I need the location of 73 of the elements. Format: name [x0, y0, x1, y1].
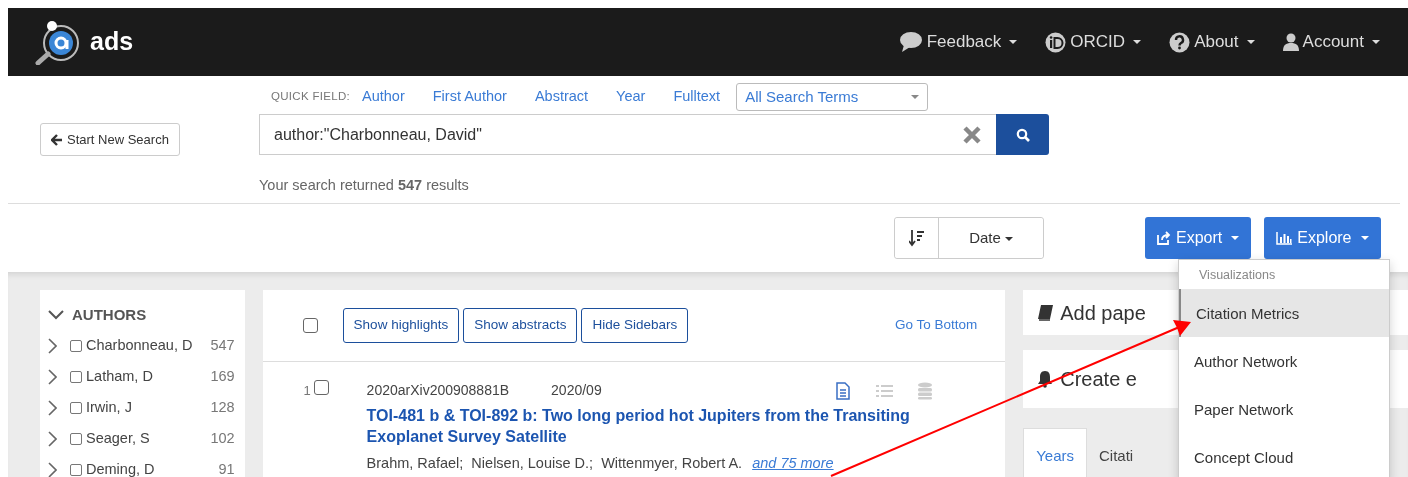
go-to-bottom-link[interactable]: Go To Bottom	[894, 315, 978, 336]
about-menu[interactable]: About	[1169, 29, 1255, 55]
toggle-button[interactable]: Hide Sidebars	[581, 308, 689, 343]
more-authors-link[interactable]: and 75 more	[752, 455, 834, 471]
facet-label[interactable]: Latham, D	[86, 366, 153, 388]
checkbox[interactable]	[313, 380, 329, 395]
result-summary: Your search returned 547 results	[259, 176, 470, 195]
facet-label[interactable]: Seager, S	[86, 428, 150, 450]
chevron-right-icon[interactable]	[48, 338, 57, 354]
facet-count: 547	[210, 336, 235, 356]
facet-label[interactable]: Irwin, J	[86, 397, 132, 419]
arrow-left-icon	[51, 134, 63, 147]
document-icon[interactable]	[834, 381, 852, 400]
search-terms-select[interactable]: All Search Terms	[736, 83, 929, 111]
chevron-right-icon[interactable]	[48, 400, 57, 416]
orcid-menu[interactable]: ORCID	[1045, 29, 1142, 55]
menu-header: Visualizations	[1198, 267, 1277, 284]
facet-toggle[interactable]	[48, 310, 64, 321]
card-title: Add pape	[1060, 300, 1146, 326]
quick-field-link[interactable]: Fulltext	[673, 86, 721, 108]
author-list: Brahm, Rafael; Nielsen, Louise D.; Wittenmyer, Robert A.	[366, 455, 743, 471]
menu-item[interactable]: Concept Cloud	[1179, 432, 1389, 477]
search-icon	[1015, 127, 1030, 142]
speech-bubble-icon	[898, 31, 923, 53]
user-icon	[1282, 33, 1299, 51]
checkbox[interactable]	[70, 340, 82, 352]
export-button[interactable]: Export	[1145, 217, 1252, 259]
chart-tab[interactable]: Citati	[1087, 428, 1146, 477]
quick-field-link[interactable]: Year	[616, 86, 646, 108]
bibcode: 2020arXiv200908881B	[366, 381, 510, 400]
explore-button[interactable]: Explore	[1264, 217, 1381, 259]
menu-item[interactable]: Author Network	[1179, 336, 1389, 385]
book-icon	[1037, 303, 1055, 322]
checkbox[interactable]	[70, 433, 82, 445]
facet-count: 102	[210, 429, 235, 449]
toggle-button[interactable]: Show abstracts	[463, 308, 578, 343]
quick-field-label: QUICK FIELD:	[271, 89, 350, 105]
facet-count: 128	[210, 398, 235, 418]
chevron-right-icon[interactable]	[48, 369, 57, 385]
checkbox[interactable]	[70, 464, 82, 476]
result-title-link[interactable]: TOI-481 b & TOI-892 b: Two long period hot Jupiters from the Transiting Exoplanet Survey Satellite	[366, 405, 967, 447]
result-number: 1	[302, 382, 311, 400]
search-button[interactable]	[996, 114, 1049, 155]
account-menu[interactable]: Account	[1282, 29, 1380, 55]
help-icon	[1169, 31, 1191, 53]
quick-field-link[interactable]: Abstract	[534, 86, 589, 108]
clear-icon[interactable]	[962, 124, 982, 145]
facet-count: 169	[210, 367, 235, 387]
search-field[interactable]: author:"Charbonneau, David"	[259, 114, 996, 155]
facet-label[interactable]: Deming, D	[86, 459, 155, 477]
checkbox[interactable]	[70, 402, 82, 414]
start-new-search-button[interactable]: Start New Search	[40, 122, 180, 157]
quick-field-link[interactable]: Author	[362, 86, 405, 108]
quick-field-link[interactable]: First Author	[432, 86, 507, 108]
feedback-menu[interactable]: Feedback	[898, 29, 1018, 55]
brand-name[interactable]: ads	[90, 23, 134, 61]
card-title: Create e	[1060, 366, 1137, 392]
bell-icon	[1037, 369, 1055, 388]
share-icon	[1157, 231, 1171, 245]
id-badge-icon	[1045, 31, 1067, 53]
chevron-right-icon[interactable]	[48, 462, 57, 477]
bar-chart-icon	[1276, 231, 1293, 245]
publication-date: 2020/09	[551, 381, 602, 400]
facet-title: AUTHORS	[72, 305, 147, 325]
chart-tab[interactable]: Years	[1023, 427, 1088, 477]
facet-label[interactable]: Charbonneau, D	[86, 335, 193, 357]
select-all-checkbox[interactable]	[302, 318, 318, 333]
chevron-right-icon[interactable]	[48, 431, 57, 447]
checkbox[interactable]	[70, 371, 82, 383]
menu-item[interactable]: Paper Network	[1179, 384, 1389, 433]
toggle-button[interactable]: Show highlights	[342, 308, 460, 343]
menu-item[interactable]: Citation Metrics	[1179, 288, 1389, 337]
facet-count: 91	[218, 460, 235, 477]
